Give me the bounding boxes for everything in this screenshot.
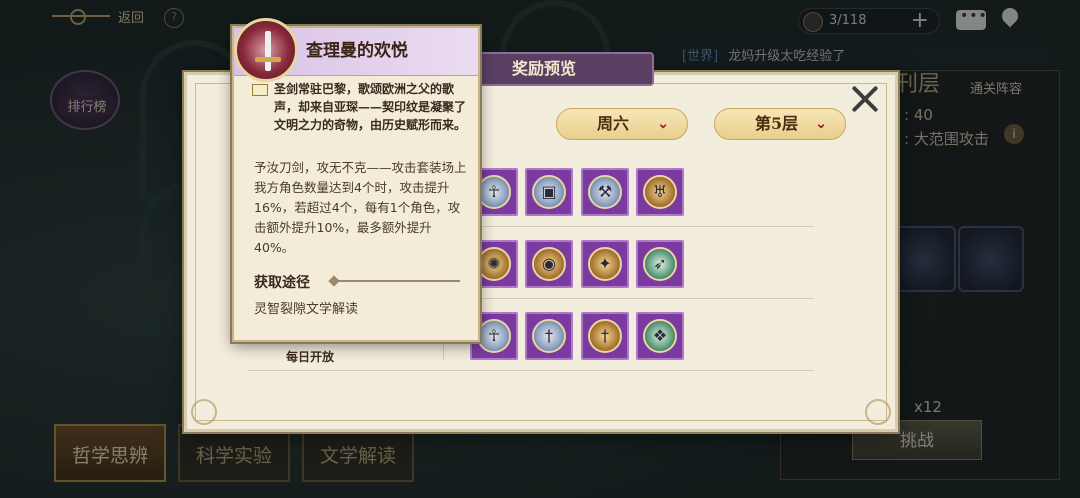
relic-glyph: ☥ xyxy=(488,182,500,201)
relic-glyph: ✦ xyxy=(598,254,612,273)
relic-glyph: ♅ xyxy=(652,182,668,201)
ankh-relic-icon: ☥ xyxy=(477,319,511,353)
axe-relic-icon: ⚒ xyxy=(588,175,622,209)
floor-dropdown[interactable]: 第5层 ⌄ xyxy=(714,108,846,140)
scepter-relic-icon: ✦ xyxy=(588,247,622,281)
relic-glyph: ☥ xyxy=(488,326,500,345)
relic-glyph: † xyxy=(545,326,553,345)
item-tooltip: 查理曼的欢悦 圣剑常驻巴黎，歌颂欧洲之父的歌声，却来自亚琛——契印纹是凝聚了文明… xyxy=(232,18,480,342)
reward-tile[interactable]: ✦ xyxy=(581,240,629,288)
reward-tile[interactable]: ❖ xyxy=(636,312,684,360)
shield-relic-icon: ◉ xyxy=(532,247,566,281)
reward-tile[interactable]: ▣ xyxy=(525,168,573,216)
relic-glyph: † xyxy=(601,326,609,345)
reward-tile[interactable]: ⚒ xyxy=(581,168,629,216)
source-divider xyxy=(330,280,460,282)
chalice-relic-icon: ♅ xyxy=(643,175,677,209)
source-text[interactable]: 灵智裂隙文学解读 xyxy=(254,298,358,317)
daily-open-label: 每日开放 xyxy=(286,350,335,364)
relic-glyph: ✺ xyxy=(487,254,501,273)
relic-glyph: ⚒ xyxy=(597,182,613,201)
relic-glyph: ➶ xyxy=(653,254,667,273)
scarab-relic-icon: ☥ xyxy=(477,175,511,209)
chevron-down-icon: ⌄ xyxy=(815,116,827,132)
sword-guard xyxy=(255,57,281,62)
chevron-down-icon: ⌄ xyxy=(657,116,669,132)
relic-glyph: ◉ xyxy=(542,254,556,273)
reward-tile[interactable]: † xyxy=(581,312,629,360)
beast-relic-icon: ✺ xyxy=(477,247,511,281)
day-dropdown-value: 周六 xyxy=(597,114,630,133)
reward-tile[interactable]: ♅ xyxy=(636,168,684,216)
eagle-relic-icon: ❖ xyxy=(643,319,677,353)
sword-blade xyxy=(265,31,271,71)
source-heading: 获取途径 xyxy=(254,275,310,291)
sword-relic-icon: † xyxy=(532,319,566,353)
floor-dropdown-value: 第5层 xyxy=(755,114,799,133)
book-icon xyxy=(252,84,268,96)
tooltip-effect-text: 予汝刀剑，攻无不克——攻击套装场上我方角色数量达到4个时，攻击提升16%，若超过… xyxy=(254,160,467,255)
relic-glyph: ❖ xyxy=(652,326,668,345)
tooltip-flavor-text: 圣剑常驻巴黎，歌颂欧洲之父的歌声，却来自亚琛——契印纹是凝聚了文明之力的奇物，由… xyxy=(274,82,467,132)
relic-glyph: ▣ xyxy=(541,182,557,201)
spear-relic-icon: ➶ xyxy=(643,247,677,281)
corner-ornament xyxy=(191,399,217,425)
reward-tile[interactable]: † xyxy=(525,312,573,360)
reward-tile[interactable]: ◉ xyxy=(525,240,573,288)
row-divider xyxy=(248,370,814,371)
corner-ornament xyxy=(865,399,891,425)
tooltip-title: 查理曼的欢悦 xyxy=(306,41,408,61)
day-dropdown[interactable]: 周六 ⌄ xyxy=(556,108,688,140)
sword-emblem-icon xyxy=(234,18,298,82)
dagger-relic-icon: † xyxy=(588,319,622,353)
reward-tile[interactable]: ➶ xyxy=(636,240,684,288)
close-icon[interactable] xyxy=(848,82,882,116)
chest-relic-icon: ▣ xyxy=(532,175,566,209)
